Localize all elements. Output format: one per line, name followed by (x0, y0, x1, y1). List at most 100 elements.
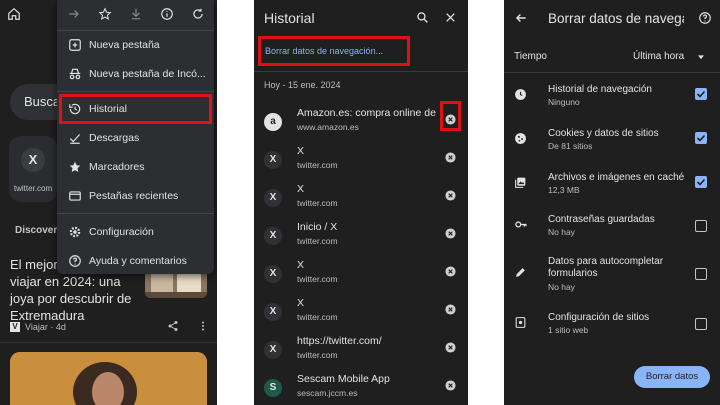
menu-item-settings[interactable]: Configuración (57, 218, 214, 246)
option-title: Archivos e imágenes en caché (548, 172, 685, 183)
shortcut-label: twitter.com (13, 184, 53, 193)
x-favicon-icon: X (264, 151, 282, 169)
checkbox-checked[interactable] (695, 132, 707, 144)
history-row-title: X (297, 259, 305, 271)
menu-item-new-tab[interactable]: Nueva pestaña (57, 31, 214, 59)
chrome-overflow-menu: Nueva pestaña Nueva pestaña de Incó... H… (57, 0, 214, 274)
menu-item-label: Configuración (89, 226, 154, 238)
option-subtitle: No hay (548, 282, 575, 292)
close-icon[interactable] (444, 11, 457, 24)
dropdown-arrow-icon[interactable] (696, 52, 706, 62)
back-arrow-icon[interactable] (514, 11, 528, 25)
downloads-icon (68, 131, 82, 145)
menu-item-downloads[interactable]: Descargas (57, 124, 214, 152)
chrome-new-tab-panel: Busca X twitter.com Discover El mejor p … (0, 0, 217, 405)
refresh-icon[interactable] (191, 7, 205, 21)
option-cached-files[interactable]: Archivos e imágenes en caché 12,3 MB (504, 172, 720, 202)
remove-entry-icon[interactable] (445, 342, 456, 353)
history-row-url: twitter.com (297, 198, 338, 208)
clear-data-button[interactable]: Borrar datos (634, 366, 710, 388)
history-row-url: twitter.com (297, 312, 338, 322)
divider (504, 72, 720, 73)
remove-entry-icon[interactable] (445, 152, 456, 163)
history-row[interactable]: S Sescam Mobile App sescam.jccm.es (254, 370, 468, 405)
option-title: Cookies y datos de sitios (548, 128, 659, 139)
history-row[interactable]: X X twitter.com (254, 180, 468, 218)
amazon-favicon-icon: a (264, 113, 282, 131)
site-settings-icon (514, 316, 527, 329)
checkbox-unchecked[interactable] (695, 268, 707, 280)
bookmark-star-icon[interactable] (98, 7, 112, 21)
menu-item-bookmarks[interactable]: Marcadores (57, 153, 214, 181)
home-icon[interactable] (7, 7, 21, 21)
option-autofill-data[interactable]: Datos para autocompletar formularios No … (504, 256, 720, 296)
option-subtitle: 1 sitio web (548, 325, 589, 335)
history-panel: Historial Borrar datos de navegación... … (254, 0, 468, 405)
history-row[interactable]: a Amazon.es: compra online de ... www.am… (254, 104, 468, 142)
article-image[interactable] (10, 352, 207, 405)
menu-item-label: Descargas (89, 132, 140, 144)
source-label: Viajar · 4d (25, 322, 66, 332)
option-title: Configuración de sitios (548, 312, 650, 323)
star-icon (68, 160, 82, 174)
option-saved-passwords[interactable]: Contraseñas guardadas No hay (504, 214, 720, 244)
highlight-box (440, 101, 461, 131)
history-row[interactable]: X X twitter.com (254, 256, 468, 294)
option-browsing-history[interactable]: Historial de navegación Ninguno (504, 84, 720, 114)
clear-browsing-data-link[interactable]: Borrar datos de navegación... (258, 36, 410, 66)
more-vert-icon[interactable] (199, 320, 207, 332)
cookie-icon (514, 132, 527, 145)
menu-item-label: Nueva pestaña (89, 39, 160, 51)
gear-icon (68, 225, 82, 239)
checkbox-checked[interactable] (695, 88, 707, 100)
remove-entry-icon[interactable] (445, 190, 456, 201)
history-row-url: sescam.jccm.es (297, 388, 358, 398)
option-title: Contraseñas guardadas (548, 214, 655, 225)
divider (254, 71, 468, 72)
menu-item-label: Pestañas recientes (89, 190, 179, 202)
forward-icon[interactable] (67, 7, 81, 21)
time-range-select[interactable]: Última hora (633, 51, 684, 62)
article-title-line: joya por descubrir de (10, 291, 132, 306)
option-cookies[interactable]: Cookies y datos de sitios De 81 sitios (504, 128, 720, 158)
history-row[interactable]: X X twitter.com (254, 142, 468, 180)
page-title: Borrar datos de navegación (548, 11, 684, 26)
menu-item-label: Ayuda y comentarios (89, 255, 187, 267)
clock-icon (514, 88, 527, 101)
menu-item-help[interactable]: Ayuda y comentarios (57, 247, 214, 275)
info-icon[interactable] (160, 7, 174, 21)
history-row[interactable]: X Inicio / X twitter.com (254, 218, 468, 256)
article-source: V Viajar · 4d (10, 322, 66, 332)
remove-entry-icon[interactable] (445, 266, 456, 277)
x-favicon-icon: X (264, 341, 282, 359)
history-row-title: Sescam Mobile App (297, 373, 390, 385)
option-subtitle: No hay (548, 227, 575, 237)
option-subtitle: Ninguno (548, 97, 580, 107)
share-icon[interactable] (167, 320, 179, 332)
pencil-icon (514, 266, 527, 279)
x-logo-icon: X (21, 148, 45, 172)
remove-entry-icon[interactable] (445, 228, 456, 239)
checkbox-unchecked[interactable] (695, 318, 707, 330)
search-icon[interactable] (416, 11, 429, 24)
checkbox-unchecked[interactable] (695, 220, 707, 232)
help-icon[interactable] (698, 11, 712, 25)
checkbox-checked[interactable] (695, 176, 707, 188)
shortcut-tile-twitter[interactable]: X twitter.com (9, 136, 57, 202)
remove-entry-icon[interactable] (445, 380, 456, 391)
remove-entry-icon[interactable] (445, 304, 456, 315)
history-row[interactable]: X X twitter.com (254, 294, 468, 332)
menu-item-label: Nueva pestaña de Incó... (89, 68, 206, 80)
divider (0, 342, 217, 343)
menu-item-incognito[interactable]: Nueva pestaña de Incó... (57, 60, 214, 88)
source-logo: V (10, 322, 20, 332)
history-row-title: X (297, 145, 305, 157)
new-tab-icon (68, 38, 82, 52)
history-row[interactable]: X https://twitter.com/ twitter.com (254, 332, 468, 370)
option-site-settings[interactable]: Configuración de sitios 1 sitio web (504, 312, 720, 342)
menu-item-recent-tabs[interactable]: Pestañas recientes (57, 182, 214, 210)
download-icon[interactable] (129, 7, 143, 21)
history-row-title: Amazon.es: compra online de ... (297, 107, 437, 119)
menu-divider (57, 91, 214, 92)
history-row-url: twitter.com (297, 350, 338, 360)
